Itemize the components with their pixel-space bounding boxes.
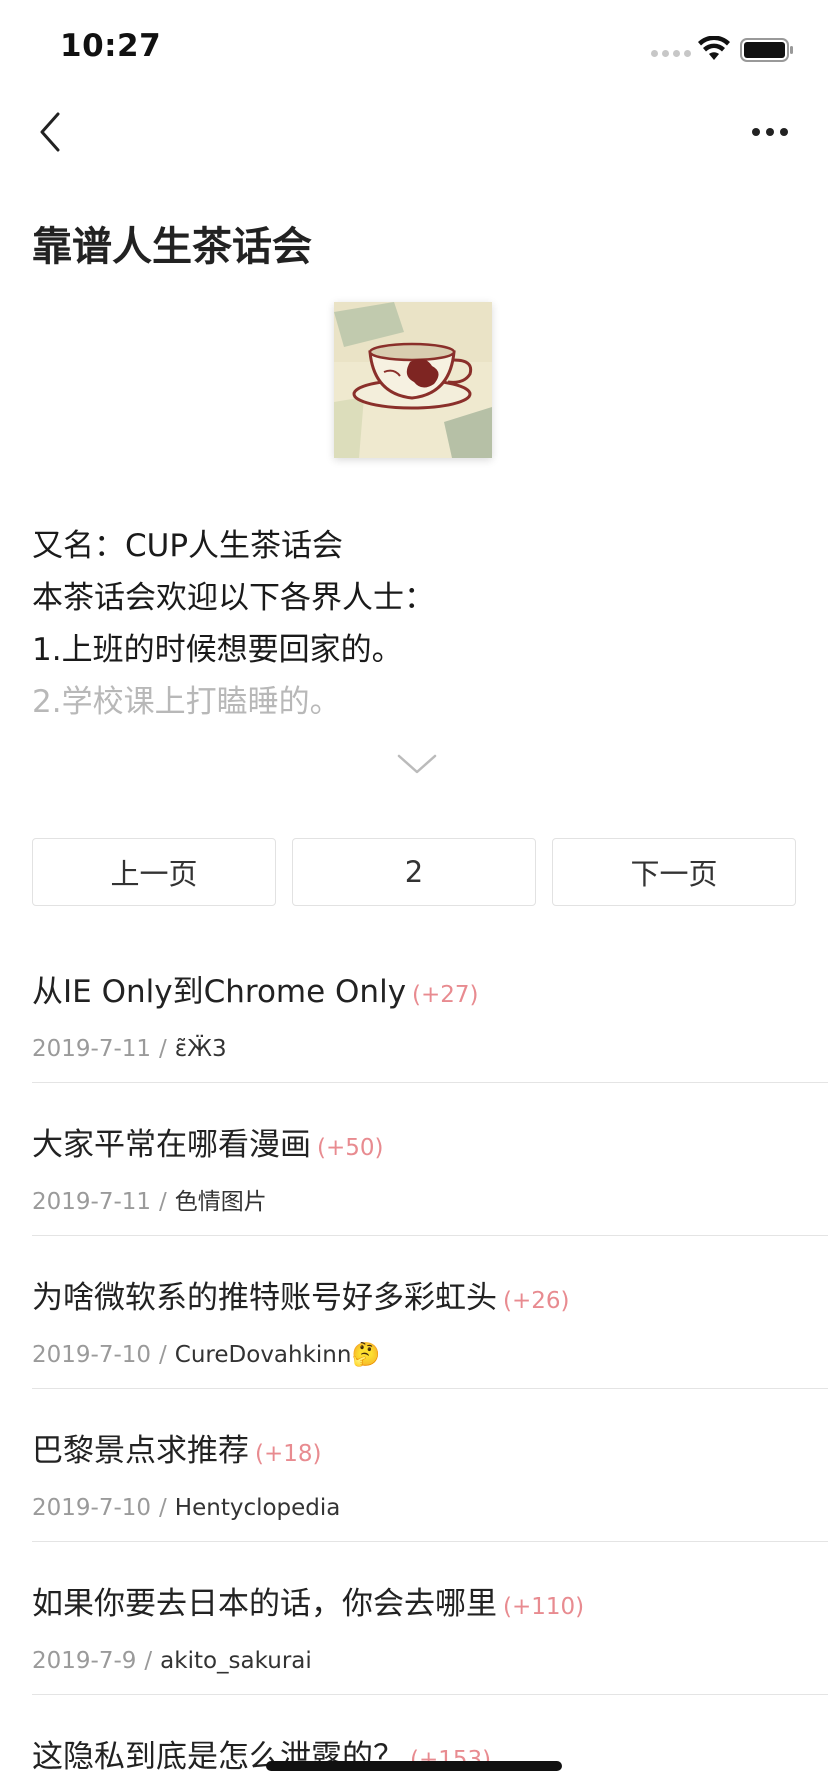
topic-title: 巴黎景点求推荐 <box>32 1433 249 1469</box>
topic-meta: 2019-7-10 / CureDovahkinn🤔 <box>32 1339 828 1371</box>
topic-title: 为啥微软系的推特账号好多彩虹头 <box>32 1280 497 1316</box>
description-line: 又名：CUP人生茶话会 <box>32 528 344 564</box>
topic-author[interactable]: 色情图片 <box>175 1189 267 1215</box>
wifi-icon <box>698 36 730 60</box>
topic-date: 2019-7-10 <box>32 1495 152 1521</box>
list-item[interactable]: 大家平常在哪看漫画 (+50) 2019-7-11 / 色情图片 <box>32 1083 828 1236</box>
topic-author[interactable]: akito_sakurai <box>160 1648 312 1674</box>
meta-separator: / <box>159 1342 167 1368</box>
topic-title-row: 巴黎景点求推荐 (+18) <box>32 1431 828 1474</box>
prev-page-button[interactable]: 上一页 <box>32 838 276 906</box>
reply-count: (+26) <box>503 1288 570 1314</box>
page-number-button[interactable]: 2 <box>292 838 536 906</box>
topic-date: 2019-7-11 <box>32 1036 152 1062</box>
page-title: 靠谱人生茶话会 <box>32 224 312 270</box>
topic-title: 如果你要去日本的话，你会去哪里 <box>32 1586 497 1622</box>
list-item[interactable]: 从IE Only到Chrome Only (+27) 2019-7-11 / ɛ̃Ӝ3 <box>32 930 828 1083</box>
list-item[interactable]: 如果你要去日本的话，你会去哪里 (+110) 2019-7-9 / akito_sak… <box>32 1542 828 1695</box>
status-time: 10:27 <box>60 28 162 64</box>
description-line: 2.学校课上打瞌睡的。 <box>32 684 341 720</box>
next-page-button[interactable]: 下一页 <box>552 838 796 906</box>
topic-author[interactable]: CureDovahkinn🤔 <box>175 1342 380 1368</box>
topic-meta: 2019-7-10 / Hentyclopedia <box>32 1492 828 1524</box>
more-horizontal-icon[interactable] <box>748 120 792 144</box>
list-item[interactable]: 这隐私到底是怎么泄露的？ (+153) <box>32 1695 828 1792</box>
description-line: 1.上班的时候想要回家的。 <box>32 632 403 668</box>
teacup-image <box>334 302 492 458</box>
topic-meta: 2019-7-11 / 色情图片 <box>32 1186 828 1218</box>
meta-separator: / <box>159 1495 167 1521</box>
topic-author[interactable]: ɛ̃Ӝ3 <box>175 1036 227 1062</box>
topic-title-row: 大家平常在哪看漫画 (+50) <box>32 1125 828 1168</box>
topic-meta: 2019-7-9 / akito_sakurai <box>32 1645 828 1677</box>
reply-count: (+18) <box>255 1441 322 1467</box>
navigation-bar <box>0 100 828 186</box>
meta-separator: / <box>144 1648 153 1674</box>
topic-list: 从IE Only到Chrome Only (+27) 2019-7-11 / ɛ̃Ӝ3… <box>32 930 828 1792</box>
topic-title: 从IE Only到Chrome Only <box>32 974 407 1010</box>
topic-author[interactable]: Hentyclopedia <box>175 1495 341 1521</box>
topic-meta: 2019-7-11 / ɛ̃Ӝ3 <box>32 1033 828 1065</box>
meta-separator: / <box>159 1189 167 1215</box>
reply-count: (+27) <box>412 982 479 1008</box>
topic-title: 大家平常在哪看漫画 <box>32 1127 311 1163</box>
battery-icon <box>740 38 793 62</box>
group-description: 又名：CUP人生茶话会 本茶话会欢迎以下各界人士： 1.上班的时候想要回家的。 … <box>32 520 792 728</box>
status-bar: 10:27 <box>0 0 828 100</box>
list-item[interactable]: 巴黎景点求推荐 (+18) 2019-7-10 / Hentyclopedia <box>32 1389 828 1542</box>
cellular-signal-icon <box>651 50 691 57</box>
meta-separator: / <box>159 1036 167 1062</box>
description-line: 本茶话会欢迎以下各界人士： <box>32 580 435 616</box>
chevron-left-icon[interactable] <box>36 110 66 154</box>
group-avatar[interactable] <box>334 302 492 458</box>
topic-title-row: 为啥微软系的推特账号好多彩虹头 (+26) <box>32 1278 828 1321</box>
topic-title-row: 如果你要去日本的话，你会去哪里 (+110) <box>32 1584 828 1627</box>
chevron-down-icon[interactable] <box>396 752 438 776</box>
topic-date: 2019-7-11 <box>32 1189 152 1215</box>
list-item[interactable]: 为啥微软系的推特账号好多彩虹头 (+26) 2019-7-10 / CureDovah… <box>32 1236 828 1389</box>
topic-title-row: 这隐私到底是怎么泄露的？ (+153) <box>32 1737 828 1780</box>
topic-date: 2019-7-10 <box>32 1342 152 1368</box>
pagination: 上一页 2 下一页 <box>32 838 796 906</box>
reply-count: (+50) <box>317 1135 384 1161</box>
topic-title-row: 从IE Only到Chrome Only (+27) <box>32 972 828 1015</box>
reply-count: (+110) <box>503 1594 585 1620</box>
home-indicator[interactable] <box>266 1761 562 1771</box>
topic-date: 2019-7-9 <box>32 1648 137 1674</box>
